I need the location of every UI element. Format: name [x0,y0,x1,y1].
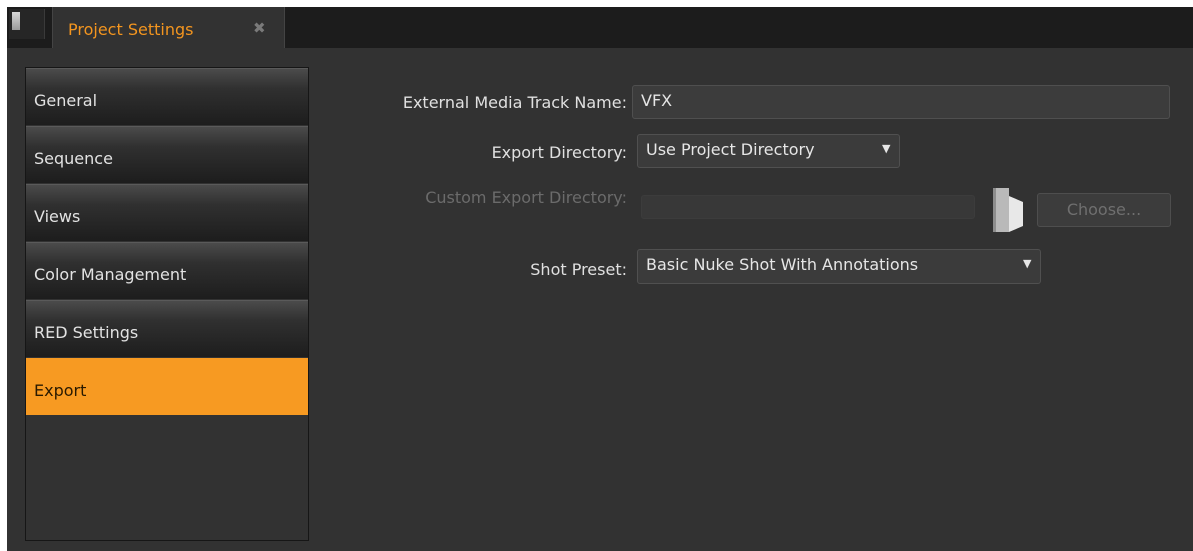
sidebar-item-label: Views [34,207,81,226]
folder-icon [993,188,1023,232]
tab-title: Project Settings [68,20,194,39]
sidebar-item-label: Color Management [34,265,187,284]
track-name-input[interactable]: VFX [632,85,1170,119]
project-settings-window: Project Settings ✖ General Sequence View… [7,7,1193,551]
shot-preset-label: Shot Preset: [530,260,627,279]
export-directory-label: Export Directory: [491,143,627,162]
tab-project-settings[interactable]: Project Settings ✖ [52,7,285,48]
sidebar-item-label: General [34,91,98,110]
custom-export-directory-input [641,195,975,219]
settings-sidebar: General Sequence Views Color Management … [25,67,309,541]
tab-bar: Project Settings ✖ [7,7,1193,48]
sidebar-item-export[interactable]: Export [26,358,308,415]
track-name-label: External Media Track Name: [402,93,627,112]
shot-preset-value: Basic Nuke Shot With Annotations [646,255,919,274]
chevron-down-icon: ▼ [1023,257,1032,270]
sidebar-item-color-management[interactable]: Color Management [26,242,308,299]
export-directory-dropdown[interactable]: Use Project Directory ▼ [637,134,900,168]
chevron-down-icon: ▼ [882,142,891,155]
sidebar-item-sequence[interactable]: Sequence [26,126,308,183]
track-name-value: VFX [641,91,673,110]
custom-export-directory-label: Custom Export Directory: [425,188,627,207]
sidebar-item-general[interactable]: General [26,68,308,125]
sidebar-item-views[interactable]: Views [26,184,308,241]
choose-button: Choose... [1037,193,1171,227]
sidebar-item-label: Export [34,381,87,400]
shot-preset-dropdown[interactable]: Basic Nuke Shot With Annotations ▼ [637,249,1041,284]
pane-menu-handle[interactable] [9,9,45,39]
sidebar-item-label: RED Settings [34,323,139,342]
pane-grip-icon [12,12,20,30]
close-icon[interactable]: ✖ [253,19,266,37]
sidebar-item-label: Sequence [34,149,113,168]
sidebar-item-red-settings[interactable]: RED Settings [26,300,308,357]
export-directory-value: Use Project Directory [646,140,815,159]
